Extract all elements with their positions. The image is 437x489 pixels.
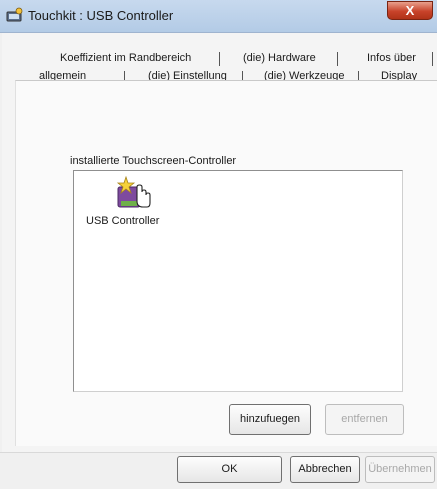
ok-button[interactable]: OK [177, 456, 282, 483]
list-item-label: USB Controller [86, 215, 160, 227]
controller-list[interactable]: USB Controller [73, 170, 403, 392]
close-button[interactable]: X [387, 1, 433, 20]
tab-separator [219, 52, 220, 66]
list-item[interactable]: USB Controller [74, 171, 184, 235]
tab-hardware[interactable]: (die) Hardware [243, 52, 316, 64]
usb-controller-icon [116, 175, 151, 208]
tab-infos[interactable]: Infos über [367, 52, 416, 64]
tab-koeffizient[interactable]: Koeffizient im Randbereich [60, 52, 191, 64]
apply-button[interactable]: Übernehmen [365, 456, 435, 483]
window-title: Touchkit : USB Controller [28, 8, 174, 23]
tab-separator [337, 52, 338, 66]
dialog-window: Touchkit : USB Controller X Koeffizient … [0, 0, 437, 489]
add-button[interactable]: hinzufuegen [229, 404, 311, 435]
tab-separator [432, 52, 433, 66]
title-bar[interactable]: Touchkit : USB Controller X [0, 0, 437, 33]
touchkit-app-icon [6, 7, 23, 22]
controller-list-label: installierte Touchscreen-Controller [70, 155, 237, 167]
remove-button[interactable]: entfernen [325, 404, 404, 435]
close-icon: X [405, 3, 415, 18]
cancel-button[interactable]: Abbrechen [290, 456, 360, 483]
